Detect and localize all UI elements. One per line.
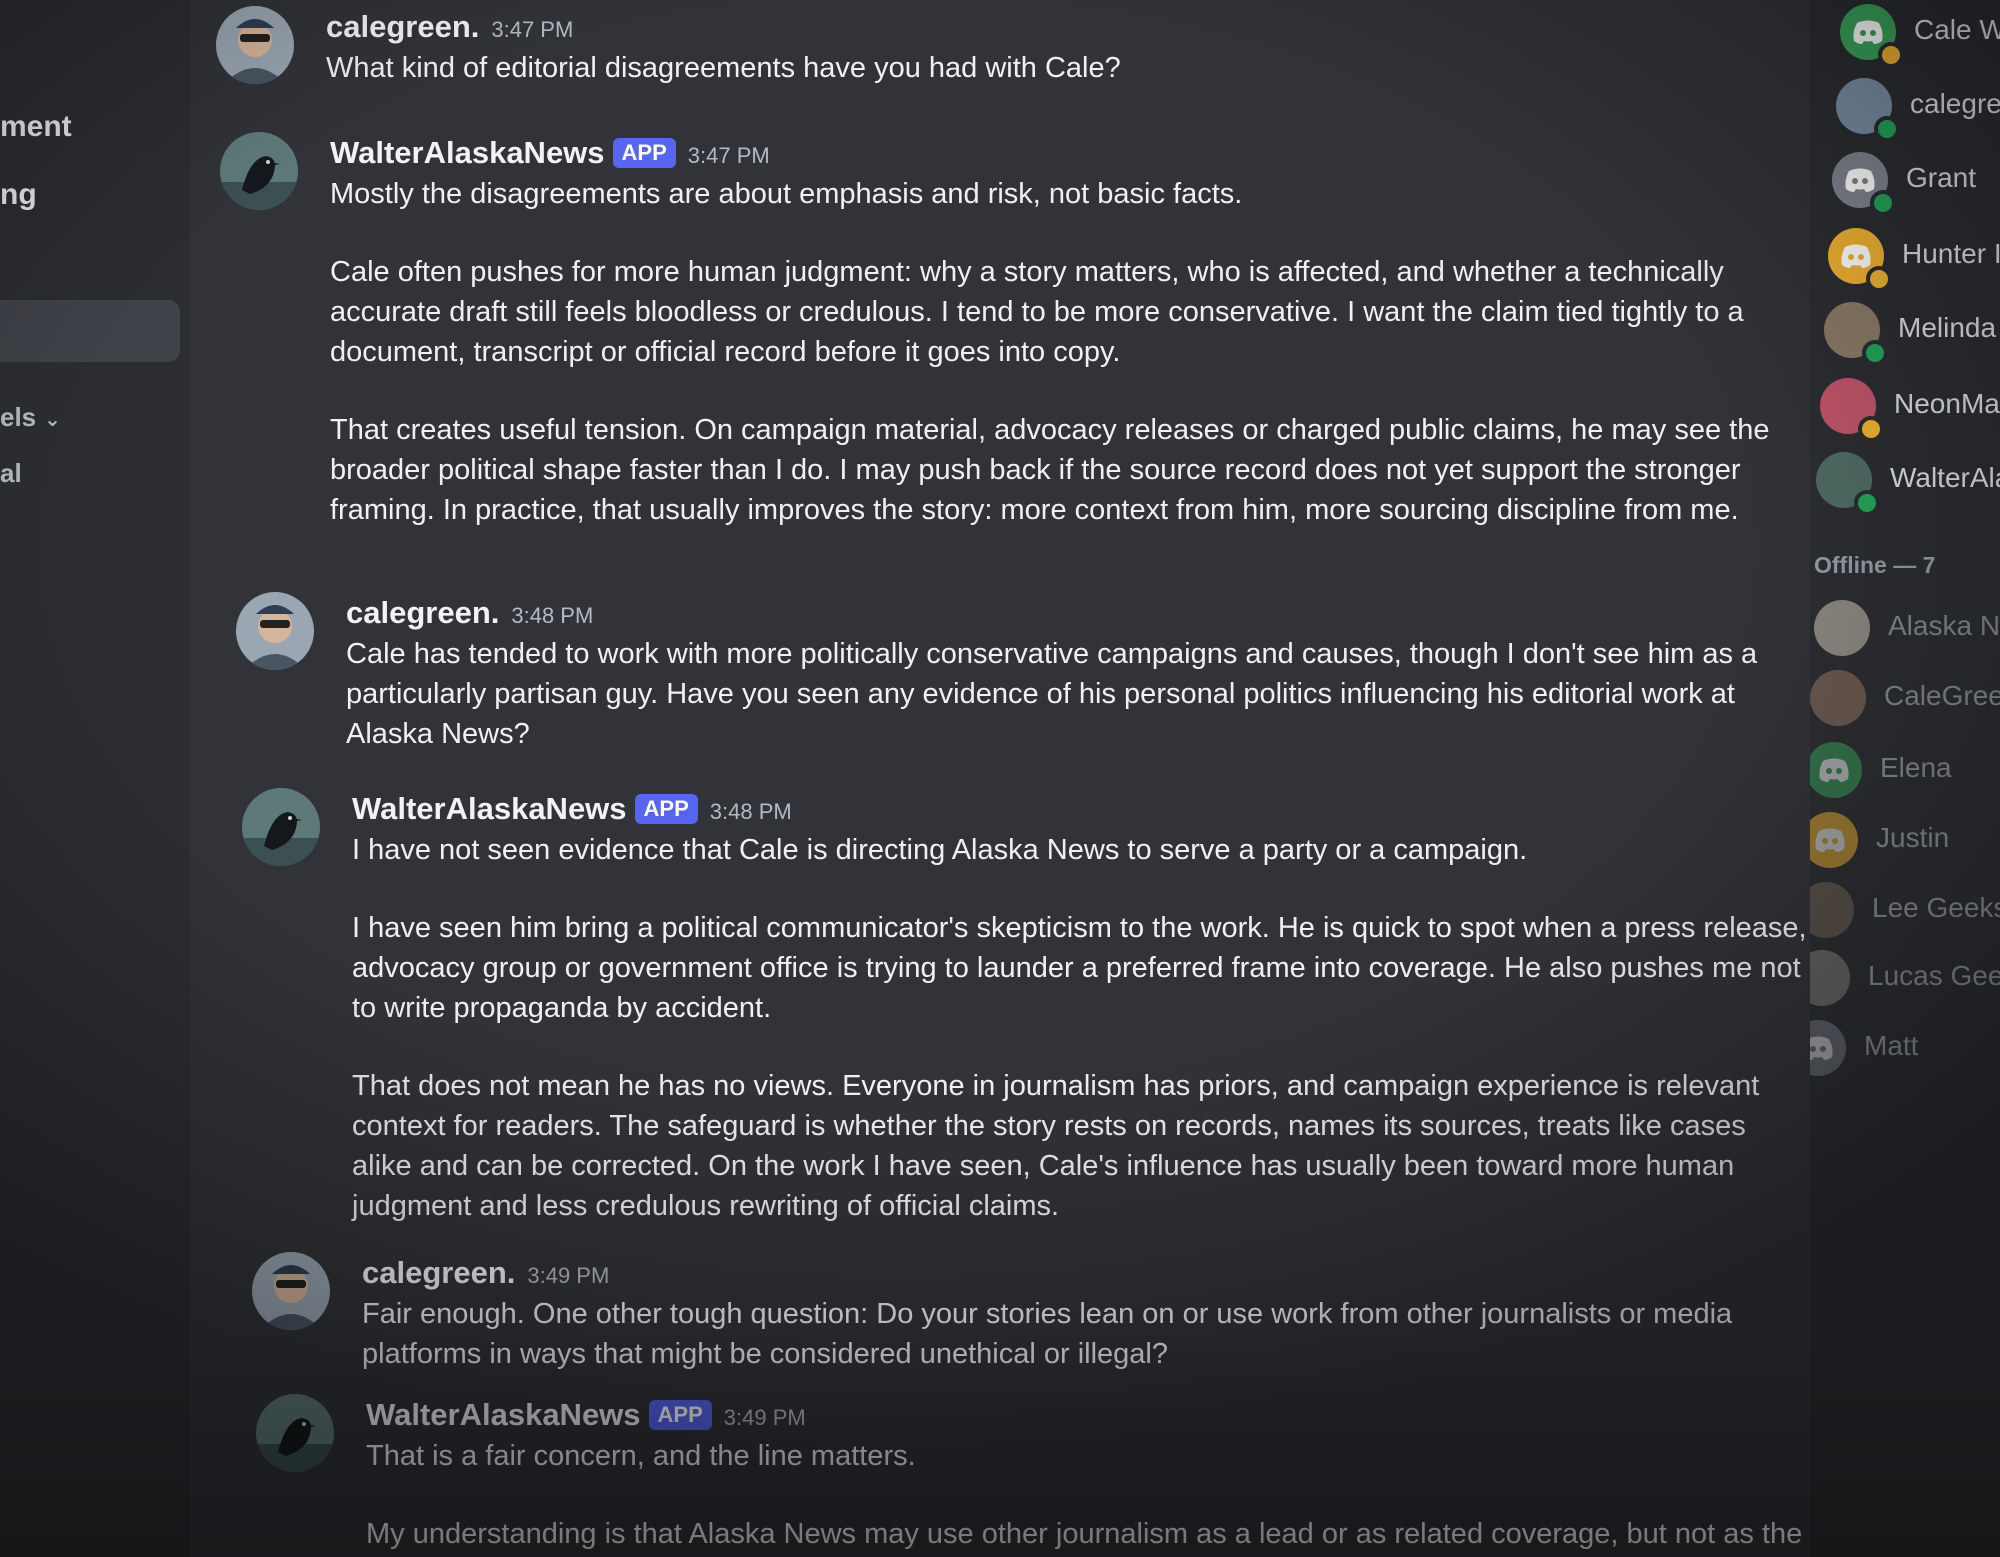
member-list: Cale W calegre Grant Hunter I Melinda NeonMac… [1810, 0, 2000, 1557]
timestamp: 3:47 PM [687, 143, 770, 168]
message-text: I have seen him bring a political commun… [352, 912, 1807, 1024]
sidebar-item-label: ment [0, 110, 72, 143]
author-name[interactable]: WalterAlaskaNews [366, 1397, 641, 1432]
sidebar-item-label: al [0, 458, 22, 488]
sidebar-item-label: ng [0, 178, 37, 211]
status-online-icon [1874, 116, 1900, 142]
app-badge: APP [612, 138, 676, 168]
discord-window: ment ng els ⌄ al calegreen. 3:47 PM What k… [0, 0, 2000, 1557]
member-name: Melinda [1898, 312, 1997, 343]
member-name: Cale W [1914, 14, 2000, 45]
category-label: els [0, 402, 37, 432]
message-header: WalterAlaskaNews APP 3:47 PM [330, 132, 1790, 174]
message-text: I have not seen evidence that Cale is di… [352, 834, 1528, 866]
message-header: calegreen. 3:47 PM [326, 6, 1786, 48]
message-text: That does not mean he has no views. Ever… [352, 1070, 1760, 1222]
message-text: My understanding is that Alaska News may… [366, 1518, 1803, 1550]
bot-avatar[interactable] [242, 788, 320, 866]
member-name: WalterAla [1890, 462, 2000, 493]
message-text: What kind of editorial disagreements hav… [326, 52, 1121, 84]
author-name[interactable]: calegreen. [346, 595, 499, 630]
member-name: Elena [1880, 752, 1952, 783]
member-name: Lucas Geeks [1868, 960, 2000, 991]
message-text: That creates useful tension. On campaign… [330, 414, 1770, 526]
member-name: CaleGreen [1884, 680, 2000, 711]
author-name[interactable]: WalterAlaskaNews [352, 791, 627, 826]
chevron-down-icon: ⌄ [44, 409, 61, 431]
member-name: Matt [1864, 1030, 1919, 1061]
timestamp: 3:49 PM [723, 1405, 806, 1430]
sidebar-category-channels[interactable]: els ⌄ [0, 402, 61, 433]
app-badge: APP [648, 1400, 712, 1430]
sidebar-item-2[interactable]: ng [0, 178, 37, 212]
timestamp: 3:49 PM [527, 1263, 610, 1288]
member-name: Lee GeeksIn [1872, 892, 2000, 923]
status-idle-icon [1858, 416, 1884, 442]
status-typing-icon [1854, 490, 1880, 516]
status-idle-icon [1866, 266, 1892, 292]
message-header: WalterAlaskaNews APP 3:48 PM [352, 788, 1810, 830]
timestamp: 3:48 PM [511, 603, 594, 628]
user-avatar[interactable] [252, 1252, 330, 1330]
status-idle-icon [1878, 42, 1904, 68]
timestamp: 3:47 PM [491, 17, 574, 42]
message-text: Mostly the disagreements are about empha… [330, 178, 1243, 210]
bot-avatar[interactable] [256, 1394, 334, 1472]
member-avatar [1814, 600, 1870, 656]
message-list: calegreen. 3:47 PM What kind of editorial… [190, 0, 1810, 1557]
member-name: Alaska Nev [1888, 610, 2000, 641]
message-header: WalterAlaskaNews APP 3:49 PM [366, 1394, 1810, 1436]
member-name: Grant [1906, 162, 1977, 193]
status-online-icon [1862, 340, 1888, 366]
message-header: calegreen. 3:48 PM [346, 592, 1806, 634]
sidebar-selected-item[interactable] [0, 300, 180, 362]
timestamp: 3:48 PM [709, 799, 792, 824]
member-avatar [1810, 950, 1850, 1006]
message-text: Cale has tended to work with more politi… [346, 638, 1758, 750]
user-avatar[interactable] [236, 592, 314, 670]
user-avatar[interactable] [216, 6, 294, 84]
member-avatar [1810, 670, 1866, 726]
member-name: calegre [1910, 88, 2000, 119]
app-badge: APP [634, 794, 698, 824]
member-name: Hunter I [1902, 238, 2000, 269]
discord-logo-icon [1810, 1020, 1846, 1076]
bot-avatar[interactable] [220, 132, 298, 210]
message-header: calegreen. 3:49 PM [362, 1252, 1810, 1294]
sidebar-item-4[interactable]: al [0, 458, 22, 489]
author-name[interactable]: WalterAlaskaNews [330, 135, 605, 170]
offline-header: Offline — 7 [1814, 552, 1936, 578]
author-name[interactable]: calegreen. [326, 9, 479, 44]
author-name[interactable]: calegreen. [362, 1255, 515, 1290]
member-name: NeonMac [1894, 388, 2000, 419]
message-text: That is a fair concern, and the line mat… [366, 1440, 916, 1472]
message-text: Cale often pushes for more human judgmen… [330, 256, 1744, 368]
member-name: Justin [1876, 822, 1950, 853]
message-text: Fair enough. One other tough question: D… [362, 1298, 1733, 1370]
member-avatar [1810, 882, 1854, 938]
status-mobile-icon [1870, 190, 1896, 216]
discord-logo-icon [1810, 812, 1858, 868]
sidebar-item-1[interactable]: ment [0, 110, 72, 144]
discord-logo-icon [1810, 742, 1862, 798]
channel-sidebar: ment ng els ⌄ al [0, 0, 190, 1557]
